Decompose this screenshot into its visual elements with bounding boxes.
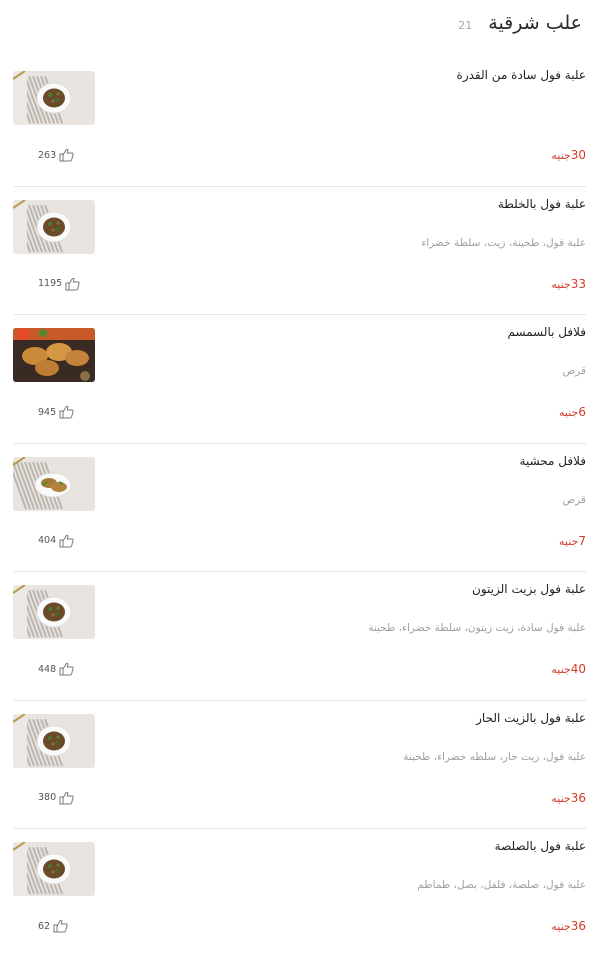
price-value: 7 bbox=[578, 533, 586, 548]
item-photo[interactable] bbox=[13, 71, 95, 125]
item-description: قرص bbox=[562, 493, 586, 506]
item-price: 6جنيه bbox=[559, 405, 586, 419]
section-item-count: 21 bbox=[458, 19, 473, 32]
item-price: 7جنيه bbox=[559, 534, 586, 548]
item-photo[interactable] bbox=[13, 199, 95, 254]
menu-item[interactable]: فلافل بالسمسم قرص 6جنيه 945 bbox=[13, 315, 586, 444]
price-value: 33 bbox=[570, 276, 586, 291]
item-photo[interactable] bbox=[13, 713, 95, 768]
item-price: 36جنيه bbox=[551, 791, 586, 805]
item-name[interactable]: علبة فول بالصلصة bbox=[495, 839, 586, 853]
like-button[interactable]: 1195 bbox=[38, 277, 81, 291]
item-photo[interactable] bbox=[13, 328, 95, 382]
menu-item[interactable]: علبة فول سادة من القدرة 30جنيه 263 bbox=[13, 58, 586, 187]
menu-item-list: علبة فول سادة من القدرة 30جنيه 263 علبة … bbox=[0, 58, 596, 957]
item-description: علبة فول، صلصة، فلفل، بصل، طماطم bbox=[417, 879, 586, 891]
price-currency: جنيه bbox=[551, 277, 571, 291]
item-description: علبة فول، طحينة، زيت، سلطة خضراء bbox=[421, 236, 586, 249]
price-value: 36 bbox=[570, 790, 586, 805]
thumbs-up-icon[interactable] bbox=[59, 534, 75, 548]
item-name[interactable]: علبة فول بزيت الزيتون bbox=[472, 582, 586, 596]
thumbs-up-icon[interactable] bbox=[59, 405, 75, 419]
thumbs-up-icon[interactable] bbox=[59, 791, 75, 805]
like-count: 404 bbox=[38, 535, 57, 546]
price-value: 6 bbox=[578, 405, 586, 419]
like-count: 62 bbox=[38, 920, 51, 932]
like-button[interactable]: 62 bbox=[38, 919, 69, 933]
like-count: 263 bbox=[38, 149, 57, 161]
like-button[interactable]: 404 bbox=[38, 534, 75, 548]
price-currency: جنيه bbox=[551, 791, 571, 805]
thumbs-up-icon[interactable] bbox=[59, 148, 75, 162]
menu-item[interactable]: علبة فول بالزيت الحار علبة فول، زيت حار،… bbox=[13, 701, 586, 829]
price-currency: جنيه bbox=[551, 149, 571, 162]
like-count: 380 bbox=[38, 792, 57, 803]
item-name[interactable]: فلافل بالسمسم bbox=[507, 325, 586, 339]
item-photo[interactable] bbox=[13, 842, 95, 896]
thumbs-up-icon[interactable] bbox=[53, 919, 69, 933]
item-price: 30جنيه bbox=[551, 148, 586, 162]
price-value: 40 bbox=[570, 662, 586, 676]
like-button[interactable]: 945 bbox=[38, 405, 75, 419]
item-description: علبة فول سادة، زيت زيتون، سلطة خضراء، طح… bbox=[368, 622, 586, 634]
price-value: 30 bbox=[570, 148, 586, 162]
thumbs-up-icon[interactable] bbox=[65, 277, 81, 291]
item-price: 33جنيه bbox=[551, 277, 586, 291]
price-currency: جنيه bbox=[551, 663, 571, 676]
like-count: 448 bbox=[38, 663, 57, 675]
like-count: 945 bbox=[38, 406, 57, 418]
item-description: علبة فول، زيت حار، سلطه خضراء، طحينة bbox=[403, 750, 586, 763]
price-value: 36 bbox=[570, 919, 586, 933]
like-button[interactable]: 380 bbox=[38, 791, 75, 805]
item-name[interactable]: فلافل محشية bbox=[520, 454, 586, 468]
item-price: 40جنيه bbox=[551, 662, 586, 676]
menu-item[interactable]: علبة فول بزيت الزيتون علبة فول سادة، زيت… bbox=[13, 572, 586, 701]
like-count: 1195 bbox=[38, 278, 63, 289]
item-name[interactable]: علبة فول سادة من القدرة bbox=[457, 68, 586, 82]
menu-item[interactable]: فلافل محشية قرص 7جنيه 404 bbox=[13, 444, 586, 572]
like-button[interactable]: 263 bbox=[38, 148, 75, 162]
item-photo[interactable] bbox=[13, 456, 95, 511]
like-button[interactable]: 448 bbox=[38, 662, 75, 676]
section-title: علب شرقية bbox=[488, 12, 582, 34]
section-header: علب شرقية 21 bbox=[14, 12, 582, 38]
item-name[interactable]: علبة فول بالزيت الحار bbox=[476, 711, 586, 725]
item-description: قرص bbox=[562, 365, 586, 377]
thumbs-up-icon[interactable] bbox=[59, 662, 75, 676]
price-currency: جنيه bbox=[559, 406, 579, 419]
item-price: 36جنيه bbox=[551, 919, 586, 933]
item-photo[interactable] bbox=[13, 585, 95, 639]
menu-item[interactable]: علبة فول بالصلصة علبة فول، صلصة، فلفل، ب… bbox=[13, 829, 586, 957]
price-currency: جنيه bbox=[559, 534, 579, 548]
menu-item[interactable]: علبة فول بالخلطة علبة فول، طحينة، زيت، س… bbox=[13, 187, 586, 315]
menu-page: علب شرقية 21 علبة فول سادة من القدرة 30ج… bbox=[0, 0, 596, 942]
item-name[interactable]: علبة فول بالخلطة bbox=[498, 197, 586, 211]
price-currency: جنيه bbox=[551, 920, 571, 933]
